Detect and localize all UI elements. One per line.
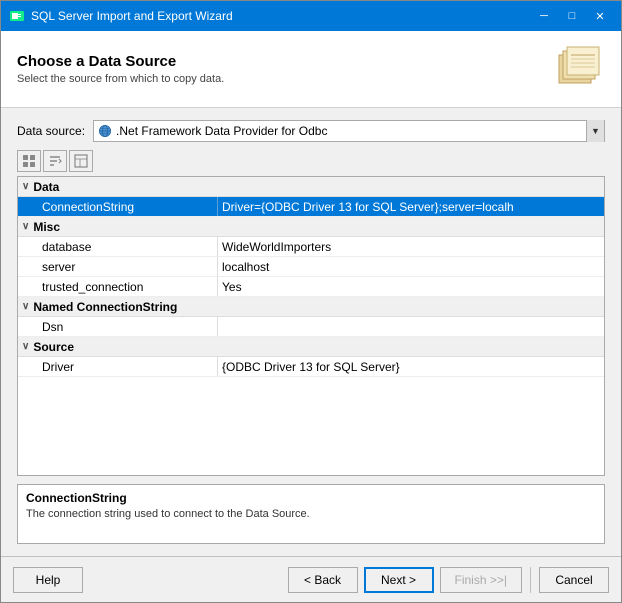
prop-group-header[interactable]: ∨ Source	[18, 337, 604, 357]
footer-left: Help	[13, 567, 288, 593]
properties-icon	[74, 154, 88, 168]
footer-right: < Back Next > Finish >>| Cancel	[288, 567, 609, 593]
page-subtitle: Select the source from which to copy dat…	[17, 73, 224, 85]
header-section: Choose a Data Source Select the source f…	[1, 31, 621, 108]
close-button[interactable]: ✕	[587, 6, 613, 26]
prop-value: WideWorldImporters	[218, 237, 604, 256]
back-button[interactable]: < Back	[288, 567, 358, 593]
info-section: ConnectionString The connection string u…	[17, 484, 605, 544]
title-bar: SQL Server Import and Export Wizard ─ □ …	[1, 1, 621, 31]
categorize-icon	[22, 154, 36, 168]
prop-value: localhost	[218, 257, 604, 276]
footer-separator	[530, 567, 531, 593]
group-name: Misc	[33, 220, 60, 234]
footer: Help < Back Next > Finish >>| Cancel	[1, 556, 621, 602]
datasource-label: Data source:	[17, 124, 85, 138]
cancel-button[interactable]: Cancel	[539, 567, 609, 593]
prop-value: Yes	[218, 277, 604, 296]
sort-icon	[48, 154, 62, 168]
datasource-row: Data source: .Net Framework Data Provide…	[17, 120, 605, 142]
finish-button[interactable]: Finish >>|	[440, 567, 522, 593]
table-row[interactable]: Dsn	[18, 317, 604, 337]
next-button[interactable]: Next >	[364, 567, 434, 593]
table-row[interactable]: trusted_connectionYes	[18, 277, 604, 297]
header-icon	[557, 45, 605, 93]
table-row[interactable]: serverlocalhost	[18, 257, 604, 277]
prop-name: Driver	[18, 357, 218, 376]
datasource-value: .Net Framework Data Provider for Odbc	[116, 124, 582, 138]
datasource-select[interactable]: .Net Framework Data Provider for Odbc ▼	[93, 120, 605, 142]
title-bar-icon	[9, 8, 25, 24]
title-bar-title: SQL Server Import and Export Wizard	[31, 9, 531, 23]
help-button[interactable]: Help	[13, 567, 83, 593]
toolbar-row	[17, 150, 605, 172]
globe-icon	[98, 124, 112, 138]
toolbar-btn-categorize[interactable]	[17, 150, 41, 172]
main-content: Data source: .Net Framework Data Provide…	[1, 108, 621, 556]
toolbar-btn-properties[interactable]	[69, 150, 93, 172]
prop-group-header[interactable]: ∨ Data	[18, 177, 604, 197]
table-row[interactable]: ConnectionStringDriver={ODBC Driver 13 f…	[18, 197, 604, 217]
collapse-icon: ∨	[22, 301, 29, 312]
group-name: Named ConnectionString	[33, 300, 177, 314]
info-description: The connection string used to connect to…	[26, 508, 596, 520]
wizard-window: SQL Server Import and Export Wizard ─ □ …	[0, 0, 622, 603]
group-name: Data	[33, 180, 59, 194]
prop-name: trusted_connection	[18, 277, 218, 296]
collapse-icon: ∨	[22, 181, 29, 192]
collapse-icon: ∨	[22, 341, 29, 352]
properties-table: ∨ Data ConnectionStringDriver={ODBC Driver…	[17, 176, 605, 476]
table-row[interactable]: Driver{ODBC Driver 13 for SQL Server}	[18, 357, 604, 377]
header-text: Choose a Data Source Select the source f…	[17, 53, 224, 85]
minimize-button[interactable]: ─	[531, 6, 557, 26]
prop-name: Dsn	[18, 317, 218, 336]
info-title: ConnectionString	[26, 491, 596, 505]
prop-name: database	[18, 237, 218, 256]
prop-value	[218, 317, 604, 336]
collapse-icon: ∨	[22, 221, 29, 232]
datasource-dropdown-arrow[interactable]: ▼	[586, 120, 604, 142]
prop-value: Driver={ODBC Driver 13 for SQL Server};s…	[218, 197, 604, 216]
page-title: Choose a Data Source	[17, 53, 224, 70]
group-name: Source	[33, 340, 74, 354]
title-bar-controls: ─ □ ✕	[531, 6, 613, 26]
prop-group-header[interactable]: ∨ Misc	[18, 217, 604, 237]
toolbar-btn-sort[interactable]	[43, 150, 67, 172]
prop-value: {ODBC Driver 13 for SQL Server}	[218, 357, 604, 376]
table-row[interactable]: databaseWideWorldImporters	[18, 237, 604, 257]
prop-group-header[interactable]: ∨ Named ConnectionString	[18, 297, 604, 317]
prop-name: ConnectionString	[18, 197, 218, 216]
maximize-button[interactable]: □	[559, 6, 585, 26]
prop-name: server	[18, 257, 218, 276]
